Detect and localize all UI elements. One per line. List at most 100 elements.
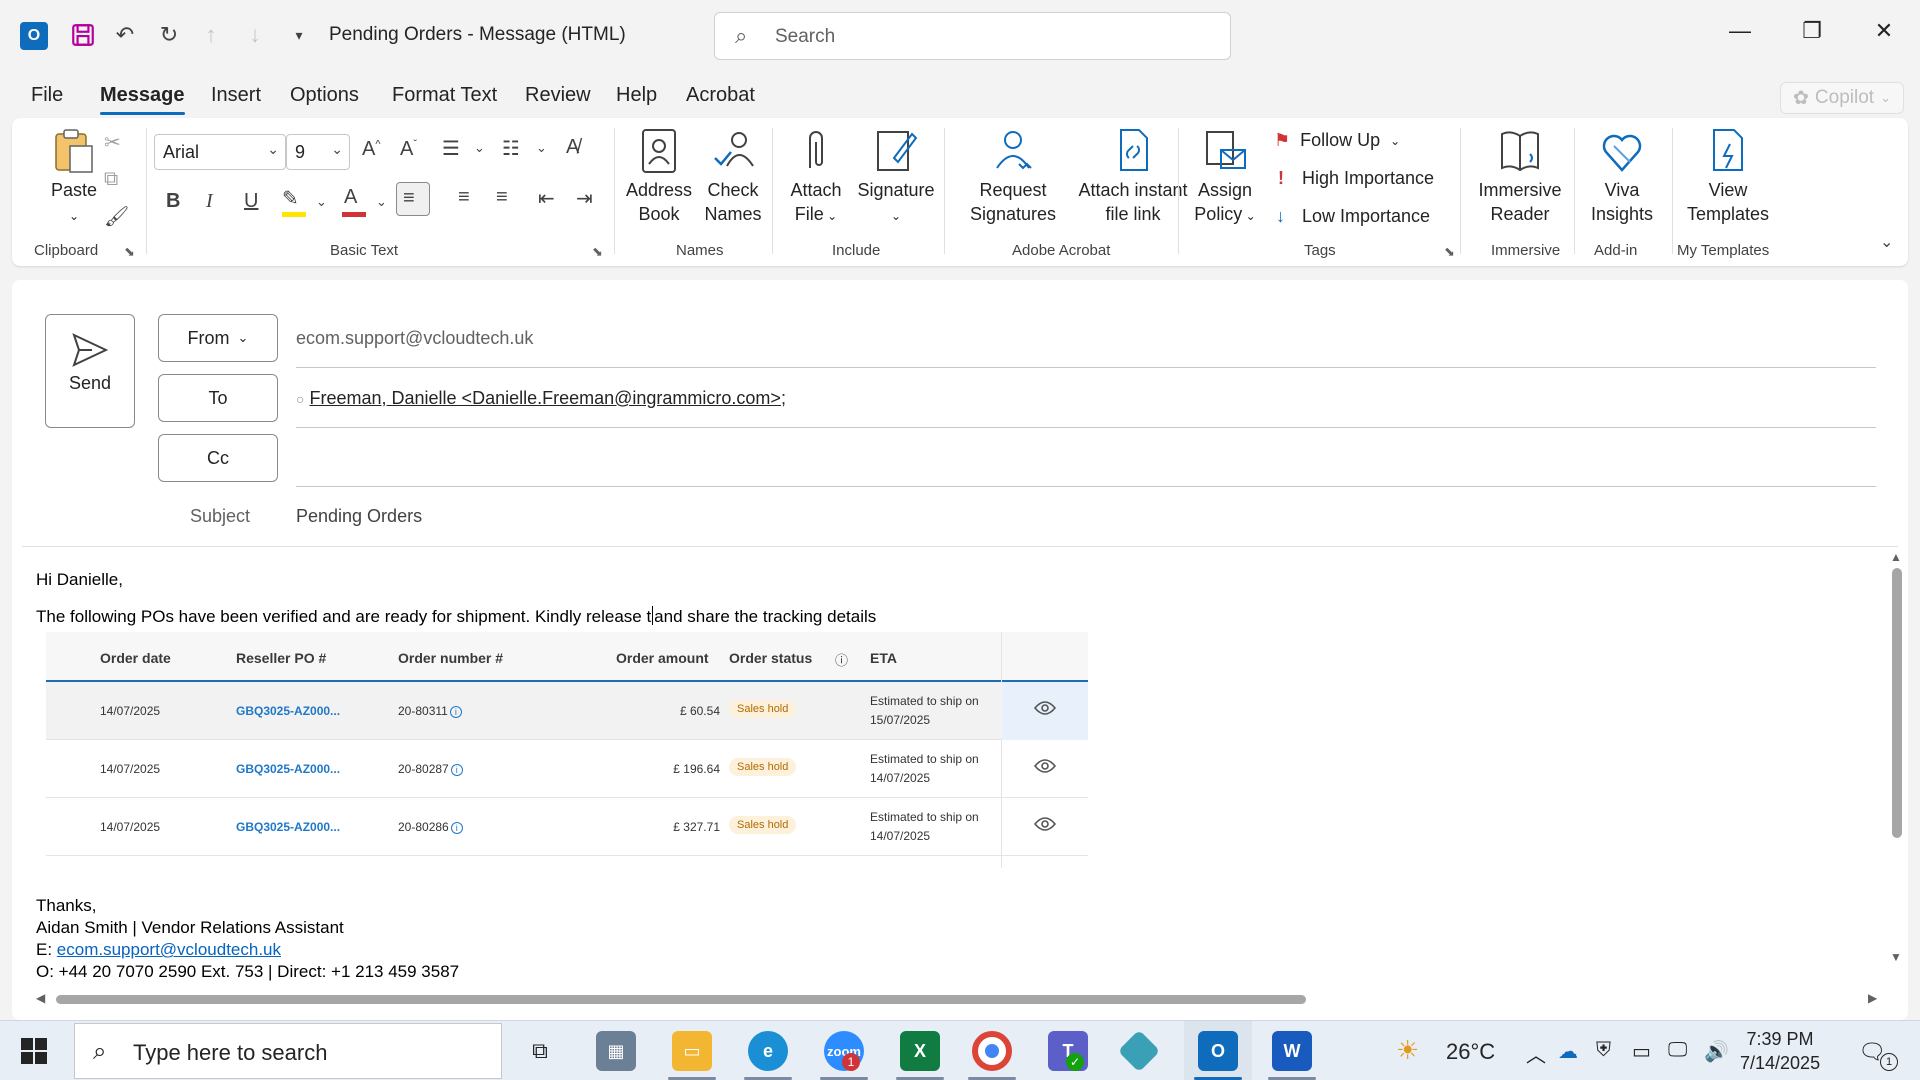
volume-icon[interactable]: 🔊: [1704, 1039, 1729, 1064]
restore-button[interactable]: ❐: [1792, 18, 1832, 44]
immersive-reader-button[interactable]: Immersive Reader: [1470, 128, 1570, 226]
cut-icon[interactable]: ✂: [104, 130, 121, 155]
calculator-icon[interactable]: ▦: [596, 1031, 636, 1071]
table-row[interactable]: 14/07/2025 GBQ3025-AZ000... 20-80286 i £ …: [46, 798, 1088, 856]
minimize-button[interactable]: —: [1720, 18, 1760, 44]
tab-file[interactable]: File: [31, 84, 63, 107]
to-button[interactable]: To: [158, 374, 278, 422]
font-color-icon[interactable]: A: [344, 186, 357, 209]
attach-file-button[interactable]: Attach File ⌄: [782, 128, 850, 228]
bullets-icon[interactable]: ☰: [442, 136, 460, 161]
vertical-scroll-thumb[interactable]: [1892, 568, 1902, 838]
clear-formatting-icon[interactable]: A̸: [566, 136, 579, 159]
scroll-left-icon[interactable]: ◀: [36, 991, 45, 1005]
weather-icon[interactable]: ☀: [1396, 1035, 1419, 1066]
search-input[interactable]: ⌕ Search: [714, 12, 1231, 60]
table-row[interactable]: 14/07/2025 GBQ3025-AZ000... 20-80311 i £ …: [46, 682, 1088, 740]
app-icon[interactable]: [1117, 1029, 1161, 1073]
scroll-up-icon[interactable]: ▲: [1890, 550, 1902, 564]
file-explorer-icon[interactable]: ▭: [672, 1031, 712, 1071]
chevron-down-icon[interactable]: ⌄: [316, 194, 327, 210]
scroll-right-icon[interactable]: ▶: [1868, 991, 1877, 1005]
tab-help[interactable]: Help: [616, 84, 657, 107]
view-eye-icon[interactable]: [1034, 758, 1056, 774]
view-eye-icon[interactable]: [1034, 816, 1056, 832]
from-button[interactable]: From ⌄: [158, 314, 278, 362]
signature-email-link[interactable]: ecom.support@vcloudtech.uk: [57, 940, 281, 959]
follow-up-button[interactable]: ⚑ Follow Up ⌄: [1274, 130, 1400, 151]
task-view-icon[interactable]: ⧉: [520, 1031, 560, 1071]
italic-icon[interactable]: I: [206, 190, 213, 213]
tab-review[interactable]: Review: [525, 84, 591, 107]
info-icon[interactable]: i: [450, 764, 463, 776]
cell-reseller-po[interactable]: GBQ3025-AZ000...: [236, 820, 340, 834]
decrease-indent-icon[interactable]: ⇤: [538, 186, 555, 211]
align-left-button[interactable]: ≡: [396, 182, 430, 216]
to-field[interactable]: ○ Freeman, Danielle <Danielle.Freeman@in…: [296, 388, 786, 409]
align-center-icon[interactable]: ≡: [458, 186, 470, 209]
low-importance-button[interactable]: ↓ Low Importance: [1276, 206, 1430, 227]
chevron-down-icon[interactable]: ⌄: [474, 140, 485, 156]
chevron-down-icon[interactable]: ⌄: [376, 194, 387, 210]
next-item-icon[interactable]: ↓: [240, 20, 270, 50]
format-painter-icon[interactable]: 🖌: [104, 204, 129, 229]
scroll-down-icon[interactable]: ▼: [1890, 950, 1902, 964]
align-right-icon[interactable]: ≡: [496, 186, 508, 209]
word-icon[interactable]: W: [1272, 1031, 1312, 1071]
onedrive-icon[interactable]: ☁: [1558, 1039, 1578, 1064]
numbering-icon[interactable]: ☷: [502, 136, 520, 161]
security-icon[interactable]: ⛨: [1596, 1039, 1611, 1062]
info-icon[interactable]: i: [450, 822, 463, 834]
dialog-launcher-icon[interactable]: ⬊: [124, 244, 135, 260]
tab-message[interactable]: Message: [100, 84, 185, 115]
recipient-chip[interactable]: Freeman, Danielle <Danielle.Freeman@ingr…: [309, 388, 780, 408]
system-clock[interactable]: 7:39 PM 7/14/2025: [1740, 1027, 1820, 1075]
cc-button[interactable]: Cc: [158, 434, 278, 482]
increase-indent-icon[interactable]: ⇥: [576, 186, 593, 211]
font-name-select[interactable]: Arial ⌄: [154, 134, 286, 170]
tab-format-text[interactable]: Format Text: [392, 84, 497, 107]
network-icon[interactable]: 🖵: [1668, 1039, 1687, 1062]
high-importance-button[interactable]: ! High Importance: [1278, 168, 1434, 189]
undo-icon[interactable]: ↶: [110, 20, 140, 50]
info-icon[interactable]: i: [449, 706, 462, 718]
vertical-scrollbar[interactable]: ▲ ▼: [1888, 548, 1906, 968]
view-templates-button[interactable]: View Templates: [1678, 128, 1778, 226]
bold-icon[interactable]: B: [166, 190, 180, 213]
chrome-icon[interactable]: [972, 1031, 1012, 1071]
subject-input[interactable]: Pending Orders: [296, 506, 422, 527]
tab-acrobat[interactable]: Acrobat: [686, 84, 755, 107]
cell-reseller-po[interactable]: GBQ3025-AZ000...: [236, 762, 340, 776]
show-hidden-icons-icon[interactable]: ︿: [1526, 1039, 1546, 1068]
cell-reseller-po[interactable]: GBQ3025-AZ000...: [236, 704, 340, 718]
dialog-launcher-icon[interactable]: ⬊: [1444, 244, 1455, 260]
outlook-taskbar-icon[interactable]: O: [1198, 1031, 1238, 1071]
signature-button[interactable]: Signature ⌄: [854, 128, 938, 228]
edge-browser-icon[interactable]: e: [748, 1031, 788, 1071]
collapse-ribbon-icon[interactable]: ⌄: [1880, 232, 1893, 252]
shrink-font-icon[interactable]: Aˇ: [400, 138, 417, 161]
send-button[interactable]: Send: [45, 314, 135, 428]
font-size-select[interactable]: 9 ⌄: [286, 134, 350, 170]
attach-instant-link-button[interactable]: Attach instant file link: [1072, 128, 1194, 226]
windows-start-icon[interactable]: [20, 1037, 48, 1065]
taskbar-search-input[interactable]: ⌕ Type here to search: [74, 1023, 502, 1079]
previous-item-icon[interactable]: ↑: [196, 20, 226, 50]
grow-font-icon[interactable]: A^: [362, 138, 381, 161]
paste-button[interactable]: Paste ⌄: [34, 128, 114, 228]
highlight-icon[interactable]: ✎: [282, 186, 299, 211]
table-row[interactable]: 14/07/2025 GBQ3025-AZ000... 20-80287 i £ …: [46, 740, 1088, 798]
customize-quick-access-icon[interactable]: ▾: [284, 20, 314, 50]
redo-icon[interactable]: ↻: [154, 20, 184, 50]
copy-icon[interactable]: ⧉: [104, 168, 118, 191]
copilot-button[interactable]: ✿ Copilot ⌄: [1780, 82, 1904, 114]
tab-options[interactable]: Options: [290, 84, 359, 107]
chevron-down-icon[interactable]: ⌄: [536, 140, 547, 156]
underline-icon[interactable]: U: [244, 190, 258, 213]
horizontal-scrollbar[interactable]: ◀ ▶: [34, 990, 1890, 1008]
viva-insights-button[interactable]: Viva Insights: [1580, 128, 1664, 226]
request-signatures-button[interactable]: Request Signatures: [954, 128, 1072, 226]
close-button[interactable]: ✕: [1864, 18, 1904, 44]
tab-insert[interactable]: Insert: [211, 84, 261, 107]
battery-icon[interactable]: ▭: [1632, 1039, 1651, 1064]
